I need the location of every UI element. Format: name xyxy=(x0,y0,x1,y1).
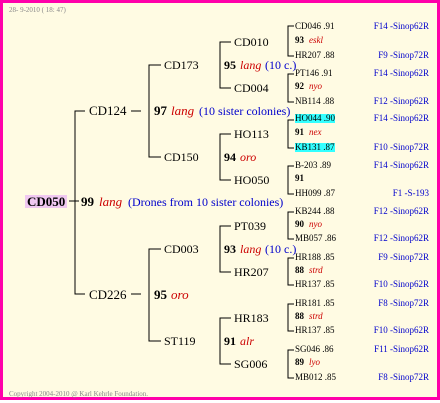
gen2-score: 91 xyxy=(224,334,236,348)
gen3-breed: lyo xyxy=(309,357,320,367)
gen3-name: PT039 xyxy=(234,219,267,233)
gen2-name: CD150 xyxy=(164,150,199,164)
gen4-name: HR207 .88 xyxy=(295,50,335,60)
gen4-name: NB114 .88 xyxy=(295,96,335,106)
gen4-origin: F9 -Sinop72R xyxy=(378,252,429,262)
gen4-origin: F11 -Sinop62R xyxy=(374,344,429,354)
gen3-name: HR207 xyxy=(234,265,269,279)
gen3-name: CD010 xyxy=(234,35,269,49)
gen4-name: SG046 .86 xyxy=(295,344,334,354)
gen4-name: HR188 .85 xyxy=(295,252,335,262)
gen3-breed: strd xyxy=(309,265,323,275)
root-note: (Drones from 10 sister colonies) xyxy=(128,195,284,209)
gen3-breed: nyo xyxy=(309,219,322,229)
root-name: CD050 xyxy=(25,194,68,209)
gen2-breed: alr xyxy=(240,334,255,348)
gen1-breed: oro xyxy=(171,287,189,302)
gen4-origin: F8 -Sinop72R xyxy=(378,298,429,308)
gen4-name: HR137 .85 xyxy=(295,325,335,335)
gen3-breed: eskl xyxy=(309,35,323,45)
gen4-origin: F14 -Sinop62R xyxy=(373,68,429,78)
gen3-score: 90 xyxy=(295,219,304,229)
gen4-name: HO044 .90 xyxy=(295,113,335,123)
gen3-breed: nex xyxy=(309,127,322,137)
gen4-name: MB012 .85 xyxy=(295,372,337,382)
gen1-breed: lang xyxy=(171,103,195,118)
gen4-origin: F12 -Sinop62R xyxy=(373,96,429,106)
gen4-origin: F14 -Sinop62R xyxy=(373,21,429,31)
gen4-name: HH099 .87 xyxy=(295,188,335,198)
gen3-score: 89 xyxy=(295,357,304,367)
gen1-name: CD124 xyxy=(89,103,127,118)
gen2-score: 94 xyxy=(224,150,236,164)
gen3-breed: nyo xyxy=(309,81,322,91)
gen1-name: CD226 xyxy=(89,287,127,302)
gen4-name: B-203 .89 xyxy=(295,160,331,170)
gen3-score: 92 xyxy=(295,81,304,91)
gen3-name: HO113 xyxy=(234,127,269,141)
copyright: Copyright 2004-2010 @ Karl Kehrle Founda… xyxy=(9,390,149,398)
gen2-breed: lang xyxy=(240,58,262,72)
gen4-name: HR181 .85 xyxy=(295,298,335,308)
gen1-score: 97 xyxy=(154,103,167,118)
pedigree-frame: 28- 9-2010 ( 18: 47) Copyright 2004-2010… xyxy=(0,0,440,400)
gen3-name: HR183 xyxy=(234,311,269,325)
gen3-score: 91 xyxy=(295,127,304,137)
gen2-name: CD003 xyxy=(164,242,199,256)
gen2-breed: lang xyxy=(240,242,262,256)
gen2-breed: oro xyxy=(240,150,257,164)
gen2-note: (10 c.) xyxy=(265,58,297,72)
gen2-note: (10 c.) xyxy=(265,242,297,256)
gen4-name: HR137 .85 xyxy=(295,279,335,289)
gen3-name: SG006 xyxy=(234,357,268,371)
gen2-score: 93 xyxy=(224,242,236,256)
gen4-name: MB057 .86 xyxy=(295,233,337,243)
gen4-origin: F12 -Sinop62R xyxy=(373,233,429,243)
gen3-breed: strd xyxy=(309,311,323,321)
gen3-name: CD004 xyxy=(234,81,269,95)
gen2-name: CD173 xyxy=(164,58,199,72)
gen4-origin: F9 -Sinop72R xyxy=(378,50,429,60)
gen4-origin: F10 -Sinop72R xyxy=(373,142,429,152)
gen1-note: (10 sister colonies) xyxy=(199,104,291,118)
root-breed: lang xyxy=(99,194,123,209)
gen4-origin: F14 -Sinop62R xyxy=(373,113,429,123)
root-score: 99 xyxy=(81,194,94,209)
gen3-score: 91 xyxy=(295,173,304,183)
gen3-score: 88 xyxy=(295,265,304,275)
gen4-name: CD046 .91 xyxy=(295,21,335,31)
gen4-name: KB131 .87 xyxy=(295,142,335,152)
gen1-score: 95 xyxy=(154,287,167,302)
gen4-origin: F1 -S-193 xyxy=(392,188,429,198)
gen4-name: KB244 .88 xyxy=(295,206,335,216)
timestamp: 28- 9-2010 ( 18: 47) xyxy=(9,6,66,14)
gen4-origin: F10 -Sinop62R xyxy=(373,279,429,289)
gen4-origin: F14 -Sinop62R xyxy=(373,160,429,170)
gen4-origin: F8 -Sinop72R xyxy=(378,372,429,382)
gen2-score: 95 xyxy=(224,58,236,72)
gen3-score: 93 xyxy=(295,35,304,45)
gen4-origin: F12 -Sinop62R xyxy=(373,206,429,216)
gen4-origin: F10 -Sinop62R xyxy=(373,325,429,335)
gen3-score: 88 xyxy=(295,311,304,321)
gen2-name: ST119 xyxy=(164,334,196,348)
gen4-name: PT146 .91 xyxy=(295,68,333,78)
gen3-name: HO050 xyxy=(234,173,270,187)
